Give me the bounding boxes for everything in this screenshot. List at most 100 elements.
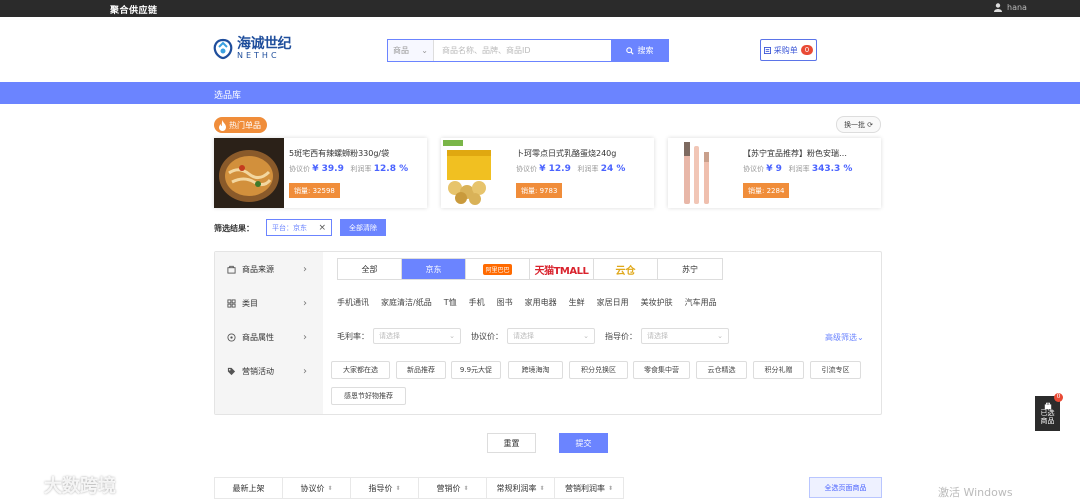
- category-item[interactable]: 手机通讯: [337, 297, 369, 308]
- side-item-label: 类目: [242, 298, 258, 308]
- selected-count-badge: 0: [1054, 393, 1063, 402]
- sort-arrows-icon: ⬍: [607, 484, 614, 492]
- product-prices: 协议价 ¥ 12.9 利润率 24 %: [516, 164, 625, 174]
- close-icon[interactable]: ×: [318, 223, 326, 233]
- side-item-category[interactable]: 类目 ›: [215, 293, 323, 313]
- hot-product-card[interactable]: 【苏宁宜品推荐】粉色安瑞… 协议价 ¥ 9 利润率 343.3 % 销量: 22…: [668, 138, 881, 208]
- category-item[interactable]: 家用电器: [525, 297, 557, 308]
- marketing-tag[interactable]: 积分礼赠: [753, 361, 804, 379]
- sort-arrows-icon: ⬍: [539, 484, 545, 492]
- category-item[interactable]: 生鲜: [569, 297, 585, 308]
- chevron-down-icon: ⌄: [717, 332, 723, 340]
- platform-tab-jd[interactable]: 京东: [402, 259, 466, 279]
- sort-agreed-price[interactable]: 协议价 ⬍: [283, 478, 351, 498]
- submit-button[interactable]: 提交: [559, 433, 608, 453]
- cart-button[interactable]: 采购单 0: [760, 39, 817, 61]
- margin-select-placeholder: 请选择: [379, 332, 400, 340]
- advanced-filter-link[interactable]: 高级筛选⌄: [825, 332, 864, 343]
- chevron-down-icon: ⌄: [449, 332, 455, 340]
- category-item[interactable]: 家庭清洁/纸品: [381, 297, 432, 308]
- platform-tab-alibaba[interactable]: 阿里巴巴: [466, 259, 530, 279]
- guide-price-filter-label: 指导价：: [605, 331, 637, 341]
- select-all-page-button[interactable]: 全选页面商品: [809, 477, 882, 498]
- advanced-filter-label: 高级筛选: [825, 333, 857, 342]
- chevron-right-icon: ›: [303, 263, 307, 275]
- flame-icon: [219, 119, 226, 131]
- sort-marketing-price[interactable]: 营销价 ⬍: [419, 478, 487, 498]
- filter-tag[interactable]: 平台：京东 ×: [266, 219, 332, 236]
- cart-count-badge: 0: [800, 45, 814, 55]
- platform-tab-tmall[interactable]: 天猫TMALL: [530, 259, 594, 279]
- agreed-price-select-placeholder: 请选择: [513, 332, 534, 340]
- marketing-tag[interactable]: 9.9元大促: [451, 361, 501, 379]
- category-item[interactable]: 汽车用品: [685, 297, 717, 308]
- marketing-tag[interactable]: 大家都在选: [331, 361, 390, 379]
- platform-tab-yuncang[interactable]: 云仓: [594, 259, 658, 279]
- sort-label: 营销利润率: [564, 483, 605, 493]
- product-prices: 协议价 ¥ 9 利润率 343.3 %: [743, 164, 852, 174]
- marketing-tag[interactable]: 引流专区: [810, 361, 861, 379]
- nav-item-selection[interactable]: 选品库: [214, 88, 241, 101]
- hot-product-card[interactable]: 5斑宅西有辣螺蛳粉330g/袋 协议价 ¥ 39.9 利润率 12.8 % 销量…: [214, 138, 427, 208]
- marketing-tag[interactable]: 感恩节好物推荐: [331, 387, 406, 405]
- sort-latest[interactable]: 最新上架: [215, 478, 283, 498]
- watermark: 大数跨境: [10, 472, 116, 498]
- margin-select[interactable]: 请选择 ⌄: [373, 328, 461, 344]
- side-item-marketing[interactable]: 营销活动 ›: [215, 361, 323, 381]
- side-item-source[interactable]: 商品来源 ›: [215, 259, 323, 279]
- sort-arrows-icon: ⬍: [327, 484, 333, 492]
- margin-label: 利润率: [577, 165, 599, 173]
- category-item[interactable]: 图书: [497, 297, 513, 308]
- sort-marketing-margin[interactable]: 营销利润率 ⬍: [555, 478, 623, 498]
- search-bar: 商品 ⌄ 搜索: [387, 39, 669, 62]
- sort-arrows-icon: ⬍: [463, 484, 469, 492]
- product-prices: 协议价 ¥ 39.9 利润率 12.8 %: [289, 164, 408, 174]
- search-button[interactable]: 搜索: [611, 40, 668, 61]
- agreed-price-label: 协议价: [289, 165, 310, 173]
- logo-text-cn: 海诚世纪: [237, 36, 292, 52]
- category-item[interactable]: 美妆护肤: [641, 297, 673, 308]
- search-type-value: 商品: [393, 46, 409, 55]
- chevron-down-icon: ⌄: [421, 46, 428, 55]
- hot-products-label: 热门单品: [229, 120, 261, 130]
- marketing-tag[interactable]: 积分兑换区: [569, 361, 628, 379]
- clear-all-button[interactable]: 全部清除: [340, 219, 386, 236]
- sort-regular-margin[interactable]: 常规利润率 ⬍: [487, 478, 555, 498]
- search-type-select[interactable]: 商品 ⌄: [388, 40, 434, 61]
- side-item-attribute[interactable]: 商品属性 ›: [215, 327, 323, 347]
- sales-badge: 销量: 2284: [743, 183, 790, 198]
- refresh-button[interactable]: 换一批 ⟳: [836, 116, 881, 133]
- refresh-label: 换一批: [844, 120, 866, 129]
- reset-button[interactable]: 重置: [487, 433, 536, 453]
- marketing-tag[interactable]: 跨境海淘: [508, 361, 563, 379]
- margin-rate: 24 %: [600, 164, 626, 174]
- chevron-right-icon: ›: [303, 331, 307, 343]
- product-name: 5斑宅西有辣螺蛳粉330g/袋: [289, 149, 390, 158]
- category-item[interactable]: T恤: [444, 297, 457, 308]
- marketing-tag[interactable]: 云仓精选: [696, 361, 747, 379]
- user-menu[interactable]: hana: [994, 3, 1027, 12]
- margin-rate: 12.8 %: [373, 164, 409, 174]
- marketing-tag[interactable]: 新品推荐: [396, 361, 446, 379]
- sort-guide-price[interactable]: 指导价 ⬍: [351, 478, 419, 498]
- platform-tab-all[interactable]: 全部: [338, 259, 402, 279]
- site-logo[interactable]: 海诚世纪 NETHC: [213, 36, 292, 60]
- agreed-price: ¥ 12.9: [539, 164, 571, 174]
- agreed-price-select[interactable]: 请选择 ⌄: [507, 328, 595, 344]
- sort-label: 常规利润率: [496, 483, 537, 493]
- category-list: 手机通讯 家庭清洁/纸品 T恤 手机 图书 家用电器 生鲜 家居日用 美妆护肤 …: [337, 297, 717, 308]
- product-image: [214, 138, 284, 208]
- search-input[interactable]: [434, 40, 611, 61]
- sales-badge: 销量: 9783: [516, 183, 563, 198]
- marketing-tag[interactable]: 零食集中营: [633, 361, 690, 379]
- sort-label: 协议价: [300, 483, 325, 493]
- category-item[interactable]: 家居日用: [597, 297, 629, 308]
- margin-filter-label: 毛利率：: [337, 331, 369, 341]
- guide-price-select[interactable]: 请选择 ⌄: [641, 328, 729, 344]
- agreed-price: ¥ 9: [766, 164, 782, 174]
- platform-tab-suning[interactable]: 苏宁: [658, 259, 722, 279]
- category-item[interactable]: 手机: [469, 297, 485, 308]
- margin-label: 利润率: [350, 165, 372, 173]
- selected-products-float[interactable]: 0 已选 商品: [1035, 393, 1063, 431]
- hot-product-card[interactable]: 卜珂零点日式乳酪蛋烧240g 协议价 ¥ 12.9 利润率 24 % 销量: 9…: [441, 138, 654, 208]
